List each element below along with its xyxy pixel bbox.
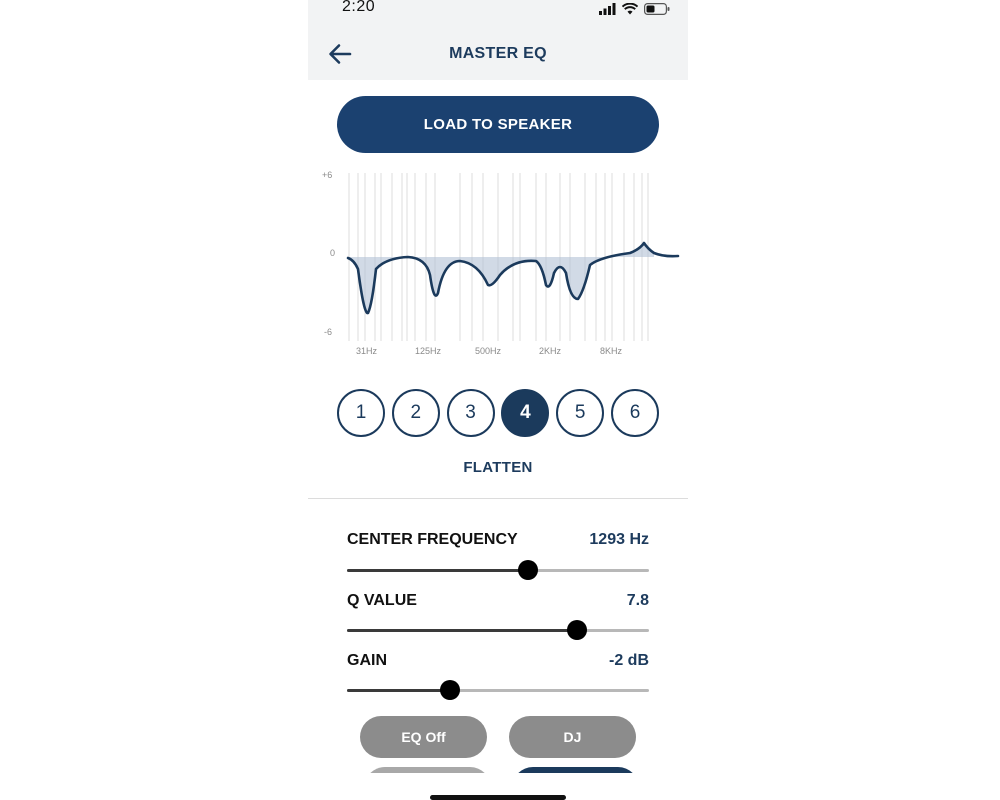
band-2-button[interactable]: 2 [391,389,440,437]
x-label-8khz: 8KHz [600,346,623,356]
phone-screen: 2:20 MASTER EQ LOAD TO SPEAKER +6 0 -6 3… [308,0,688,800]
band-1-button[interactable]: 1 [337,389,385,437]
signal-icon [599,3,616,15]
eq-curve-fill [348,243,654,314]
status-bar: 2:20 [308,0,688,20]
center-frequency-label: CENTER FREQUENCY [347,531,518,548]
flatten-button[interactable]: FLATTEN [308,459,688,476]
band-5-button[interactable]: 5 [556,389,605,437]
gain-slider[interactable] [347,680,649,700]
home-indicator[interactable] [430,795,566,800]
x-label-500hz: 500Hz [475,346,502,356]
battery-icon [644,3,670,15]
status-time: 2:20 [342,0,376,15]
x-label-125hz: 125Hz [415,346,442,356]
preset-eq-off-button[interactable]: EQ Off [360,716,487,758]
slider-thumb[interactable] [518,560,539,580]
gain-value: -2 dB [609,652,649,669]
page-title: MASTER EQ [449,45,547,62]
band-selector: 1 2 3 4 5 6 [337,389,659,437]
q-value-slider[interactable] [347,620,649,640]
gain-label: GAIN [347,652,387,669]
section-divider [308,498,688,499]
slider-fill [347,569,529,572]
x-label-31hz: 31Hz [356,346,378,356]
q-value-label: Q VALUE [347,592,417,609]
band-6-button[interactable]: 6 [610,389,659,437]
y-label-zero: 0 [330,248,335,258]
slider-fill [347,629,577,632]
slider-thumb[interactable] [439,680,460,700]
preset-dj-button[interactable]: DJ [509,716,636,758]
load-to-speaker-button[interactable]: LOAD TO SPEAKER [337,96,659,153]
band-4-button[interactable]: 4 [501,389,550,437]
y-label-plus6: +6 [322,170,332,180]
center-frequency-value: 1293 Hz [589,531,649,548]
slider-thumb[interactable] [566,620,587,640]
q-value-value: 7.8 [626,592,649,609]
x-label-2khz: 2KHz [539,346,562,356]
center-frequency-slider[interactable] [347,560,649,580]
status-icons [599,1,670,15]
band-3-button[interactable]: 3 [446,389,495,437]
eq-response-graph[interactable]: +6 0 -6 31Hz 125Hz 500Hz 2KHz 8KHz [308,165,688,365]
slider-fill [347,689,450,692]
y-label-minus6: -6 [324,327,332,337]
header-bar: MASTER EQ [308,20,688,80]
wifi-icon [622,3,638,15]
